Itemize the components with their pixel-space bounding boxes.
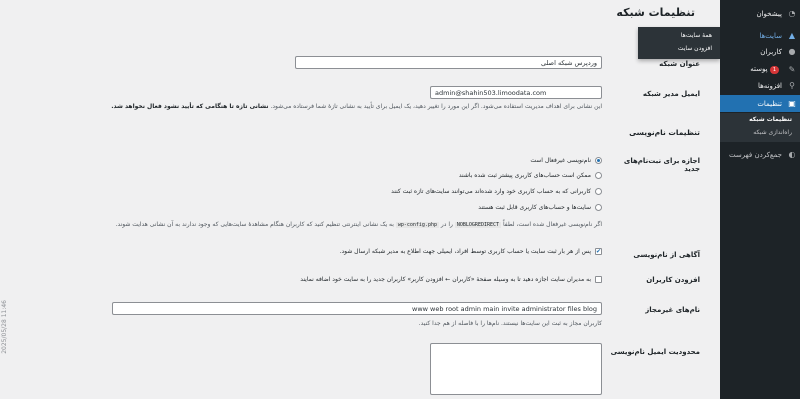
plugins-icon: ⚲ xyxy=(789,81,795,90)
wp-config-code: wp-config.php xyxy=(395,222,439,228)
menu-label: پوسته 1 xyxy=(720,65,784,74)
registration-option-disabled[interactable]: نام‌نویسی غیرفعال است xyxy=(530,157,602,164)
registration-option-all[interactable]: سایت‌ها و حساب‌های کاربری قابل ثبت هستند xyxy=(478,204,602,211)
menu-settings[interactable]: ▣ تنظیمات xyxy=(720,95,800,112)
add-users-label: افزودن کاربران xyxy=(646,276,700,284)
note-text: اگر نام‌نویسی غیرفعال شده است، لطفاً xyxy=(502,221,602,228)
admin-email-desc-bold: نشانی تازه تا هنگامی که تأیید نشود فعال … xyxy=(111,103,269,110)
menu-collapse[interactable]: ◐ جمع‌کردن فهرست xyxy=(720,146,800,163)
registration-section-heading: تنظیمات نام‌نویسی xyxy=(629,128,700,137)
sites-icon: ▲ xyxy=(788,31,796,40)
note-text: به یک نشانی اینترنتی تنظیم کنید که کاربر… xyxy=(115,221,394,228)
admin-email-label: ایمیل مدیر شبکه xyxy=(642,90,700,98)
menu-label: تنظیمات xyxy=(757,99,782,108)
banned-names-label: نام‌های غیرمجاز xyxy=(645,306,700,314)
checkbox-label: پس از هر بار ثبت سایت یا حساب کاربری توس… xyxy=(339,248,591,255)
note-text: را در xyxy=(440,221,453,228)
menu-dashboard[interactable]: ◔ پیشخوان xyxy=(720,5,800,22)
menu-label: پیشخوان xyxy=(756,9,782,18)
flyout-all-sites[interactable]: همهٔ سایت‌ها xyxy=(681,32,712,39)
menu-label: سایت‌ها xyxy=(759,31,782,40)
admin-email-description: این نشانی برای اهداف مدیریت استفاده می‌ش… xyxy=(111,103,602,110)
collapse-icon: ◐ xyxy=(788,150,796,159)
noblogredirect-code: NOBLOGREDIRECT xyxy=(454,222,502,228)
menu-label: کاربران xyxy=(760,47,782,56)
radio-label: نام‌نویسی غیرفعال است xyxy=(530,157,591,164)
radio-label: ممکن است حساب‌های کاربری پیشتر ثبت شده ب… xyxy=(458,172,591,179)
radio-button[interactable] xyxy=(595,204,602,211)
radio-label: سایت‌ها و حساب‌های کاربری قابل ثبت هستند xyxy=(478,204,591,211)
update-badge: 1 xyxy=(769,66,779,74)
registration-note: اگر نام‌نویسی غیرفعال شده است، لطفاً NOB… xyxy=(116,221,602,228)
network-title-input[interactable]: وردپرس شبکه اصلی xyxy=(295,56,602,69)
checkbox-label: به مدیران سایت اجازه دهید تا به وسیله صف… xyxy=(300,276,591,283)
radio-label: کاربرانی که به حساب کاربری خود وارد شده‌… xyxy=(391,188,591,195)
menu-label: افزونه‌ها xyxy=(757,81,782,90)
flyout-add-site[interactable]: افزودن سایت xyxy=(678,45,712,52)
submenu-network-settings[interactable]: تنظیمات شبکه xyxy=(749,116,792,123)
radio-button[interactable] xyxy=(595,157,602,164)
registration-notification-checkbox[interactable]: ✔ پس از هر بار ثبت سایت یا حساب کاربری ت… xyxy=(340,248,602,255)
dashboard-icon: ◔ xyxy=(788,9,796,18)
menu-sites[interactable]: ▲ سایت‌ها xyxy=(720,27,800,44)
registration-option-blogs[interactable]: کاربرانی که به حساب کاربری خود وارد شده‌… xyxy=(391,188,602,195)
themes-icon: ✎ xyxy=(788,65,796,74)
menu-label-text: پوسته xyxy=(750,65,768,73)
submenu-network-setup[interactable]: راه‌اندازی شبکه xyxy=(753,129,792,136)
sites-flyout-menu: همهٔ سایت‌ها افزودن سایت xyxy=(638,27,720,59)
allow-registrations-label: اجازه برای نبت‌نام‌های جدید xyxy=(623,157,700,173)
limited-email-textarea[interactable] xyxy=(430,343,602,395)
users-icon: ● xyxy=(788,47,796,56)
settings-submenu: تنظیمات شبکه راه‌اندازی شبکه xyxy=(720,113,800,142)
limited-email-label: محدودیت ایمیل نام‌نویسی xyxy=(610,348,700,356)
checkbox-checked-icon[interactable]: ✔ xyxy=(595,248,602,255)
timestamp: 2025/05/28 11:46 xyxy=(1,300,8,354)
banned-names-description: کاربران مجاز به ثبت این سایت‌ها نیستند. … xyxy=(418,320,602,327)
settings-icon: ▣ xyxy=(788,99,796,108)
checkbox[interactable] xyxy=(595,276,602,283)
main-content: تنظیمات شبکه عنوان شبکه وردپرس شبکه اصلی… xyxy=(0,0,720,399)
registration-option-users[interactable]: ممکن است حساب‌های کاربری پیشتر ثبت شده ب… xyxy=(459,172,602,179)
page-title: تنظیمات شبکه xyxy=(616,6,695,19)
network-title-label: عنوان شبکه xyxy=(659,60,700,68)
menu-users[interactable]: ● کاربران xyxy=(720,43,800,60)
admin-sidebar: ◔ پیشخوان ▲ سایت‌ها ● کاربران ✎ پوسته 1 … xyxy=(720,0,800,399)
radio-button[interactable] xyxy=(595,188,602,195)
menu-plugins[interactable]: ⚲ افزونه‌ها xyxy=(720,77,800,94)
banned-names-input[interactable]: www web root admin main invite administr… xyxy=(112,302,602,315)
admin-email-desc-text: این نشانی برای اهداف مدیریت استفاده می‌ش… xyxy=(270,103,602,110)
add-users-checkbox[interactable]: به مدیران سایت اجازه دهید تا به وسیله صف… xyxy=(300,276,602,283)
menu-themes[interactable]: ✎ پوسته 1 xyxy=(720,61,800,78)
admin-email-input[interactable]: admin@shahin503.limoodata.com xyxy=(430,86,602,99)
radio-button[interactable] xyxy=(595,172,602,179)
menu-label: جمع‌کردن فهرست xyxy=(729,150,782,159)
registration-notification-label: آگاهی از نام‌نویسی xyxy=(633,251,700,259)
